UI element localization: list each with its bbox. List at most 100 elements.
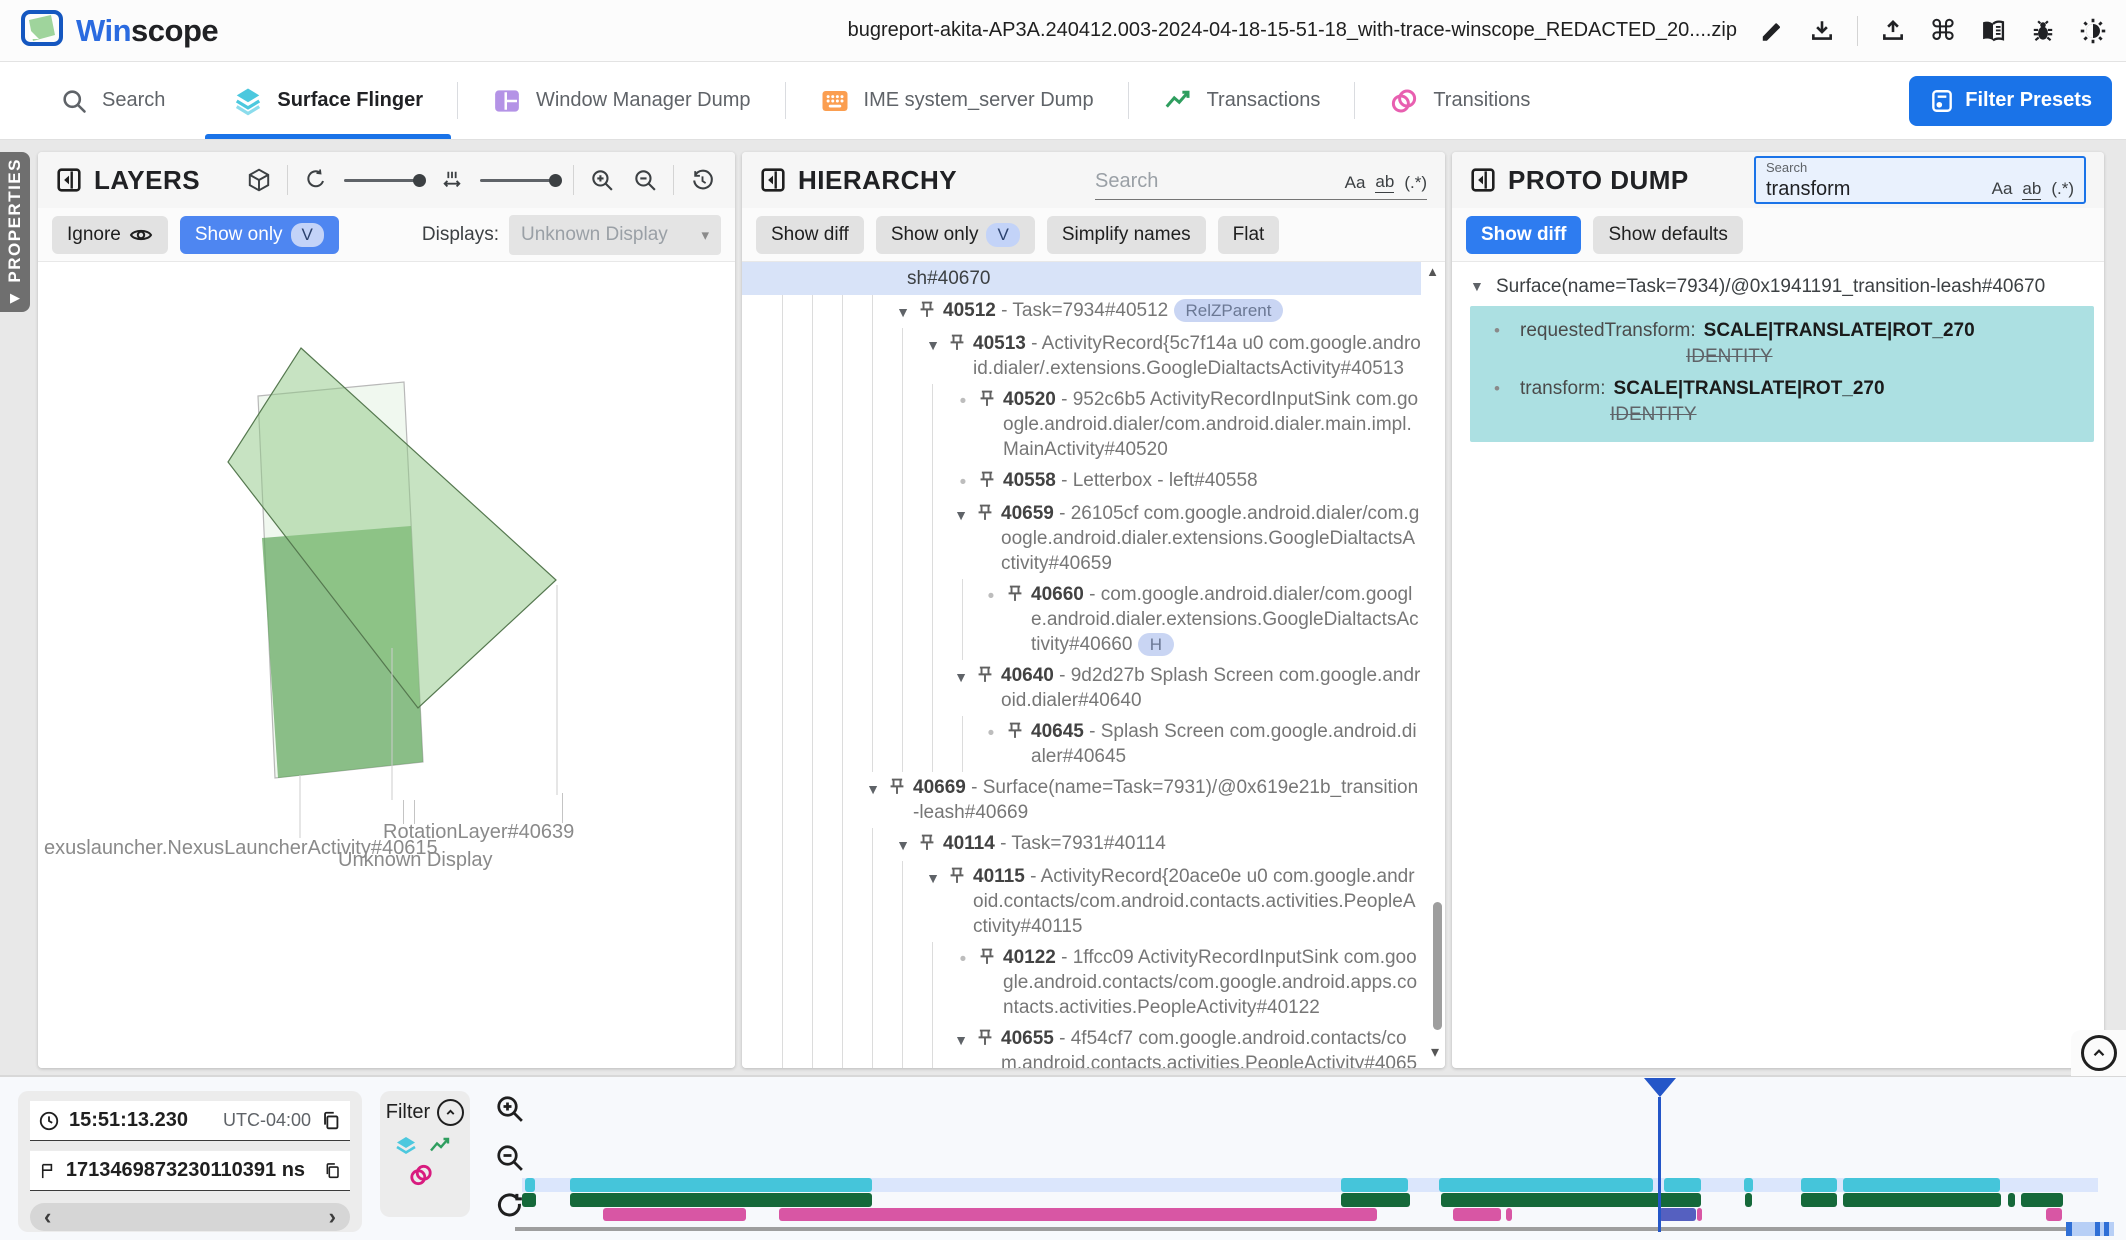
scroll-down-arrow[interactable]: ▾: [1431, 1042, 1439, 1062]
reset-view-icon[interactable]: [687, 165, 717, 195]
show-diff-button[interactable]: Show diff: [1466, 216, 1581, 254]
show-only-button[interactable]: Show only V: [180, 216, 339, 254]
expand-arrow-icon[interactable]: ▼: [920, 331, 946, 358]
spacing-slider[interactable]: [480, 179, 560, 182]
timeline-zoom-out-button[interactable]: [494, 1142, 526, 1174]
pin-icon[interactable]: [978, 948, 996, 966]
tree-row[interactable]: ▼40114 - Task=7931#40114: [742, 828, 1421, 861]
pin-icon[interactable]: [978, 471, 996, 489]
upload-icon[interactable]: [1878, 16, 1908, 46]
3d-view-icon[interactable]: [244, 165, 274, 195]
match-case-toggle[interactable]: Aa: [1992, 179, 2013, 199]
tree-row[interactable]: ▼40659 - 26105cf com.google.android.dial…: [742, 498, 1421, 579]
surfaceflinger-filter-icon[interactable]: [394, 1134, 418, 1158]
nanos-time-field[interactable]: 1713469873230110391 ns: [30, 1151, 350, 1191]
layer-spacing-icon[interactable]: [437, 165, 467, 195]
ignore-button[interactable]: Ignore: [52, 216, 168, 254]
simplify-names-button[interactable]: Simplify names: [1047, 216, 1206, 254]
tree-row[interactable]: •40645 - Splash Screen com.google.androi…: [742, 716, 1421, 772]
shortcuts-icon[interactable]: ⌘: [1928, 16, 1958, 46]
dark-mode-toggle-icon[interactable]: [2078, 16, 2108, 46]
tree-row[interactable]: ▼40669 - Surface(name=Task=7931)/@0x619e…: [742, 772, 1421, 828]
expand-arrow-icon[interactable]: ▼: [1470, 276, 1496, 294]
pin-icon[interactable]: [888, 778, 906, 796]
proto-property-row[interactable]: •transform:SCALE|TRANSLATE|ROT_270: [1470, 372, 2094, 402]
pin-icon[interactable]: [978, 390, 996, 408]
show-defaults-button[interactable]: Show defaults: [1593, 216, 1742, 254]
expand-arrow-icon[interactable]: ▼: [948, 501, 974, 528]
show-diff-button[interactable]: Show diff: [756, 216, 864, 254]
match-word-toggle[interactable]: ab: [1375, 172, 1394, 193]
pin-icon[interactable]: [976, 504, 994, 522]
pin-icon[interactable]: [918, 301, 936, 319]
transactions-filter-icon[interactable]: [428, 1134, 452, 1158]
properties-side-tab[interactable]: PROPERTIES ▶: [0, 152, 30, 312]
expand-arrow-icon[interactable]: ▼: [890, 298, 916, 325]
pin-icon[interactable]: [948, 867, 966, 885]
dock-panel-icon[interactable]: [760, 167, 786, 193]
timeline-zoom-in-button[interactable]: [494, 1093, 526, 1125]
pin-icon[interactable]: [976, 1029, 994, 1047]
timeline-cursor-handle[interactable]: [1643, 1078, 1677, 1098]
tree-row[interactable]: •40122 - 1ffcc09 ActivityRecordInputSink…: [742, 942, 1421, 1023]
hierarchy-scrollbar-thumb[interactable]: [1433, 902, 1442, 1030]
documentation-icon[interactable]: [1978, 16, 2008, 46]
tree-row[interactable]: ▼40655 - 4f54cf7 com.google.android.cont…: [742, 1023, 1421, 1068]
tree-row[interactable]: ▼40513 - ActivityRecord{5c7f14a u0 com.g…: [742, 328, 1421, 384]
layers-3d-canvas[interactable]: RotationLayer#40639 exuslauncher.NexusLa…: [38, 262, 735, 1068]
tab-transitions[interactable]: Transitions: [1355, 62, 1564, 139]
collapse-timeline-button[interactable]: [2081, 1035, 2117, 1071]
expand-arrow-icon[interactable]: ▼: [948, 663, 974, 690]
proto-search-input[interactable]: Search transform Aa ab (.*): [1754, 156, 2086, 204]
prev-entry-button[interactable]: ‹: [44, 1206, 51, 1228]
timeline-row-transactions[interactable]: [522, 1193, 2126, 1207]
hierarchy-search-input[interactable]: Search Aa ab (.*): [1095, 160, 1427, 200]
pin-icon[interactable]: [1006, 722, 1024, 740]
filter-presets-button[interactable]: Filter Presets: [1909, 76, 2112, 126]
timeline-cursor-line[interactable]: [1658, 1097, 1661, 1232]
expand-arrow-icon[interactable]: ▼: [920, 864, 946, 891]
flat-button[interactable]: Flat: [1218, 216, 1280, 254]
download-icon[interactable]: [1807, 16, 1837, 46]
report-bug-icon[interactable]: [2028, 16, 2058, 46]
show-only-button[interactable]: Show only V: [876, 216, 1035, 254]
pin-icon[interactable]: [1006, 585, 1024, 603]
pin-icon[interactable]: [948, 334, 966, 352]
pin-icon[interactable]: [976, 666, 994, 684]
proto-root-node[interactable]: ▼ Surface(name=Task=7934)/@0x1941191_tra…: [1452, 274, 2104, 306]
rotation-slider[interactable]: [344, 179, 424, 182]
timeline-axis[interactable]: [515, 1227, 2114, 1231]
expand-arrow-icon[interactable]: ▼: [860, 775, 886, 802]
expand-arrow-icon[interactable]: ▼: [948, 1026, 974, 1053]
copy-icon[interactable]: [323, 1160, 342, 1182]
dock-panel-icon[interactable]: [56, 167, 82, 193]
tree-row[interactable]: •40520 - 952c6b5 ActivityRecordInputSink…: [742, 384, 1421, 465]
copy-icon[interactable]: [320, 1110, 342, 1132]
dock-panel-icon[interactable]: [1470, 167, 1496, 193]
edit-filename-icon[interactable]: [1757, 16, 1787, 46]
timeline-row-transitions[interactable]: [522, 1208, 2126, 1221]
tree-row[interactable]: sh#40670: [742, 262, 1421, 295]
transitions-filter-icon[interactable]: [408, 1162, 434, 1188]
tab-window-manager-dump[interactable]: Window Manager Dump: [458, 62, 785, 139]
tree-row[interactable]: •40558 - Letterbox - left#40558: [742, 465, 1421, 498]
timeline-row-surfaceflinger[interactable]: [522, 1178, 2126, 1192]
tree-row[interactable]: •40660 - com.google.android.dialer/com.g…: [742, 579, 1421, 660]
tree-row[interactable]: ▼40115 - ActivityRecord{20ace0e u0 com.g…: [742, 861, 1421, 942]
expand-arrow-icon[interactable]: ▼: [890, 831, 916, 858]
displays-select[interactable]: Unknown Display ▾: [509, 215, 721, 255]
tab-search[interactable]: Search: [26, 62, 199, 139]
zoom-in-icon[interactable]: [587, 165, 617, 195]
tree-row[interactable]: ▼40512 - Task=7934#40512 RelZParent: [742, 295, 1421, 328]
zoom-out-icon[interactable]: [630, 165, 660, 195]
match-word-toggle[interactable]: ab: [2022, 179, 2041, 200]
regex-toggle[interactable]: (.*): [2051, 179, 2074, 199]
pin-icon[interactable]: [918, 834, 936, 852]
next-entry-button[interactable]: ›: [329, 1206, 336, 1228]
tab-ime-system-server-dump[interactable]: IME system_server Dump: [786, 62, 1128, 139]
proto-property-row[interactable]: •requestedTransform:SCALE|TRANSLATE|ROT_…: [1470, 314, 2094, 344]
filter-collapse-button[interactable]: [437, 1099, 464, 1126]
tab-surface-flinger[interactable]: Surface Flinger: [199, 62, 457, 139]
match-case-toggle[interactable]: Aa: [1345, 173, 1366, 193]
tree-row[interactable]: ▼40640 - 9d2d27b Splash Screen com.googl…: [742, 660, 1421, 716]
